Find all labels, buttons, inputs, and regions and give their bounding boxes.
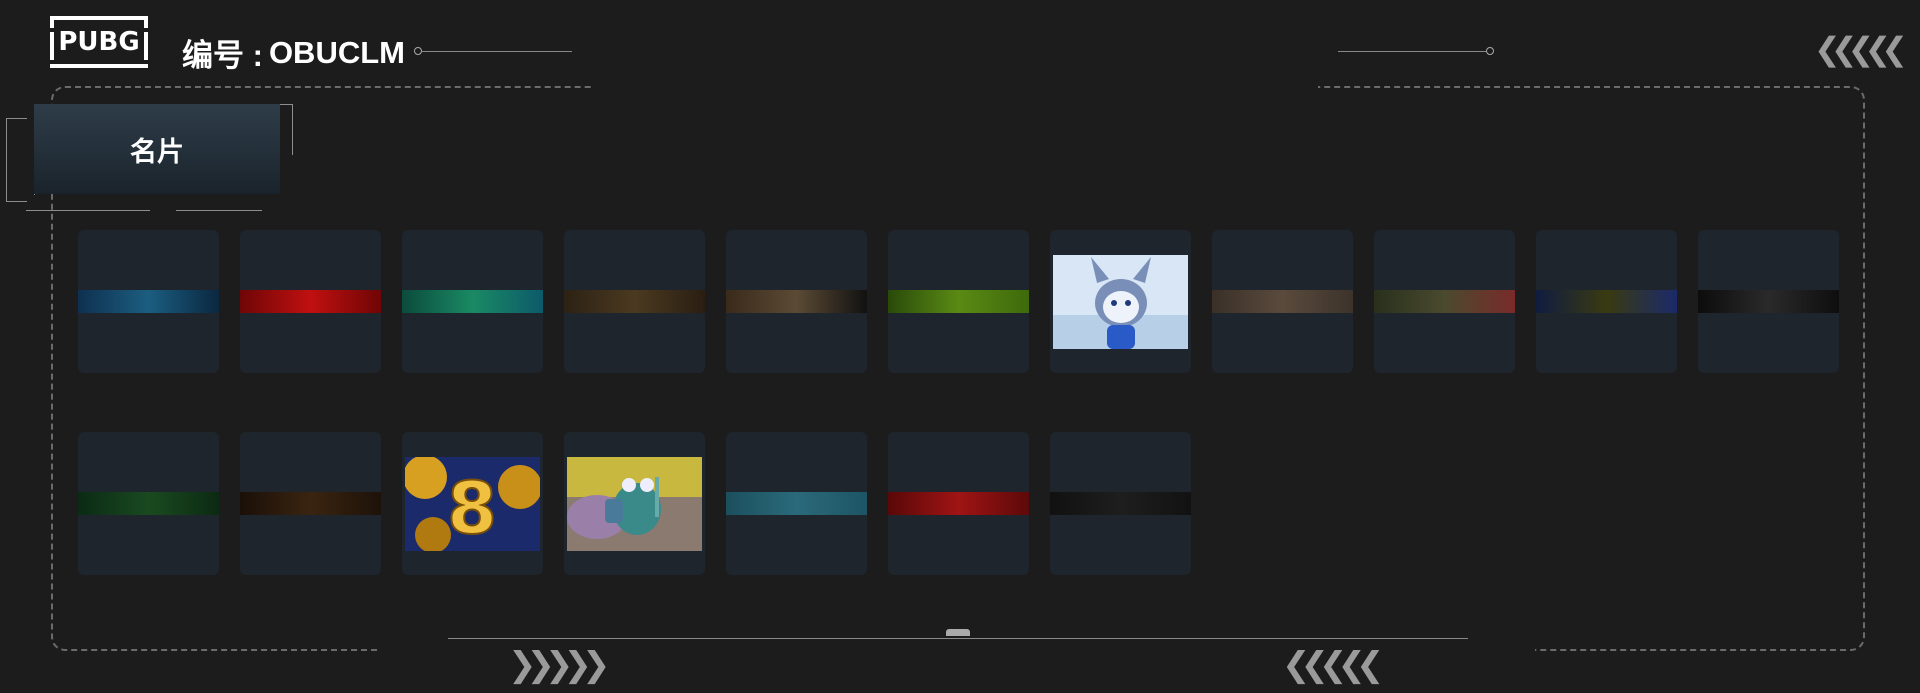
card-pattern-lime-mesh	[888, 290, 1029, 313]
tab-bottom-line-right	[176, 210, 262, 211]
name-card-item[interactable]	[240, 432, 381, 575]
card-pattern-black-tribal	[1698, 290, 1839, 313]
card-pattern-blue-dark	[78, 290, 219, 313]
name-card-item[interactable]	[1374, 230, 1515, 373]
name-card-item[interactable]: 8	[402, 432, 543, 575]
svg-text:8: 8	[447, 466, 497, 550]
logo-text: PUBG	[58, 27, 140, 57]
player-id-label: 编号 :	[182, 38, 263, 73]
bottom-left-chevrons: ❯❯❯❯❯	[508, 645, 611, 685]
name-card-item[interactable]	[1698, 230, 1839, 373]
name-card-item[interactable]	[888, 432, 1029, 575]
name-card-item[interactable]	[78, 432, 219, 575]
name-card-item[interactable]	[726, 230, 867, 373]
header-line-dot-right	[1486, 47, 1494, 55]
card-artwork-golden-eight: 8	[403, 455, 542, 553]
player-id: 编号 : OBUCLM	[182, 30, 405, 75]
name-card-item[interactable]	[1212, 230, 1353, 373]
card-pattern-shark-camo	[1374, 290, 1515, 313]
chevrons-text: ❯❯❯❯❯	[508, 645, 611, 685]
card-pattern-red	[240, 290, 381, 313]
header-line-right	[1338, 51, 1486, 52]
card-pattern-navy-yellow	[1536, 290, 1677, 313]
card-pattern-green-teal	[402, 290, 543, 313]
pubg-logo: PUBG	[49, 16, 149, 68]
name-card-item[interactable]	[1536, 230, 1677, 373]
card-artwork-wolf-girl-art	[1053, 255, 1188, 349]
name-card-item[interactable]	[1050, 230, 1191, 373]
bottom-divider	[448, 638, 1468, 639]
header-line-left	[422, 51, 572, 52]
name-card-item[interactable]	[240, 230, 381, 373]
card-pattern-teal-polygon	[726, 492, 867, 515]
frame-top-gap	[592, 80, 1318, 92]
chevrons-text: ❮❮❮❮❮	[1814, 30, 1908, 68]
tab-corner-left	[6, 118, 27, 202]
name-card-item[interactable]	[402, 230, 543, 373]
card-pattern-tan-leather	[1212, 290, 1353, 313]
name-card-item[interactable]	[564, 432, 705, 575]
tab-business-card[interactable]: 名片	[34, 104, 280, 194]
name-card-item[interactable]	[78, 230, 219, 373]
bottom-right-chevrons: ❮❮❮❮❮	[1282, 645, 1385, 685]
card-pattern-dark-brown-wing	[726, 290, 867, 313]
card-pattern-brown-pattern	[564, 290, 705, 313]
scroll-handle[interactable]	[946, 629, 970, 636]
card-pattern-black-dark	[1050, 492, 1191, 515]
header-line-dot-left	[414, 47, 422, 55]
tab-business-card-label: 名片	[130, 136, 184, 167]
name-card-item[interactable]	[564, 230, 705, 373]
card-artwork-frog-knight	[567, 457, 702, 551]
top-right-chevrons: ❮❮❮❮❮	[1814, 30, 1908, 68]
card-pattern-jungle-eye	[78, 492, 219, 515]
name-card-item[interactable]	[888, 230, 1029, 373]
chevrons-text: ❮❮❮❮❮	[1282, 645, 1385, 685]
player-id-value: OBUCLM	[268, 34, 405, 70]
tab-bottom-line	[26, 210, 150, 211]
name-card-grid: 8	[78, 230, 1839, 575]
name-card-item[interactable]	[1050, 432, 1191, 575]
card-pattern-red-diamonds	[888, 492, 1029, 515]
card-pattern-tiger-brown	[240, 492, 381, 515]
name-card-item[interactable]	[726, 432, 867, 575]
